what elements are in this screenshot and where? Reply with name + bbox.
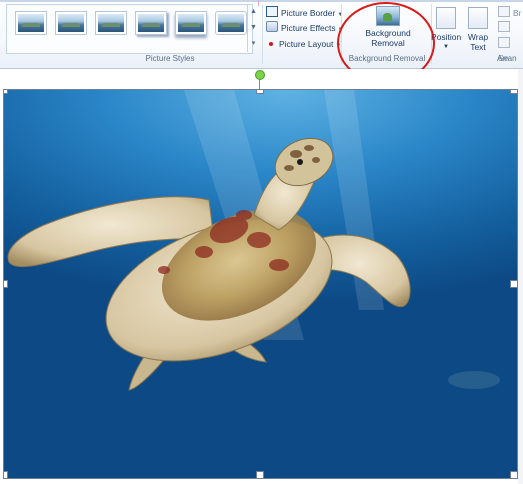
- wrap-text-line1: Wrap: [467, 32, 489, 42]
- bring-forward-label: Br: [513, 8, 522, 18]
- picture-layout-icon: [269, 42, 273, 46]
- wrap-text-button[interactable]: Wrap Text: [464, 4, 492, 52]
- resize-handle-bottom[interactable]: [256, 471, 264, 478]
- position-label: Position: [431, 32, 462, 42]
- turtle-illustration: [7, 90, 500, 391]
- resize-handle-bottom-left[interactable]: [4, 471, 8, 478]
- resize-handle-left[interactable]: [4, 280, 8, 288]
- turtle-photo[interactable]: [3, 89, 518, 479]
- picture-style-thumb[interactable]: [175, 11, 207, 35]
- resize-handle-bottom-right[interactable]: [510, 471, 517, 478]
- chevron-down-icon: ▼: [443, 44, 449, 50]
- position-button[interactable]: Position ▼: [431, 4, 461, 52]
- picture-border-button[interactable]: Picture Border▼: [266, 6, 343, 20]
- document-scrollbar[interactable]: [518, 69, 523, 484]
- selection-pane-button[interactable]: Se: [498, 37, 523, 63]
- position-icon: [436, 7, 456, 29]
- ribbon: ▲ ▼ ▾ Picture Styles Picture Border▼ Pic…: [0, 0, 523, 84]
- group-separator: [262, 4, 263, 64]
- resize-handle-top-right[interactable]: [510, 90, 517, 94]
- picture-effects-label: Picture Effects: [281, 23, 336, 33]
- ribbon-tab-line: [0, 0, 523, 6]
- send-backward-button[interactable]: Se: [498, 21, 523, 47]
- resize-handle-top-left[interactable]: [4, 90, 8, 94]
- resize-handle-right[interactable]: [510, 280, 517, 288]
- wrap-text-line2: Text: [470, 42, 486, 52]
- picture-styles-gallery: [6, 4, 253, 54]
- selection-pane-icon: [498, 37, 510, 48]
- scroll-down-icon[interactable]: ▼: [248, 20, 259, 36]
- picture-layout-label: Picture Layout: [279, 39, 334, 49]
- picture-style-thumb[interactable]: [15, 11, 47, 35]
- arrange-group-label: Arran: [497, 54, 517, 63]
- bring-forward-icon: [498, 6, 510, 17]
- picture-styles-label: Picture Styles: [145, 54, 195, 63]
- picture-effects-button[interactable]: Picture Effects▼: [266, 21, 344, 35]
- wrap-text-icon: [468, 7, 488, 29]
- rotation-handle[interactable]: [255, 70, 265, 80]
- gallery-more-icon[interactable]: ▾: [248, 36, 259, 52]
- bring-forward-button[interactable]: Br: [498, 6, 522, 20]
- picture-style-thumb[interactable]: [55, 11, 87, 35]
- scroll-up-icon[interactable]: ▲: [248, 4, 259, 20]
- picture-style-thumb[interactable]: [135, 11, 167, 35]
- resize-handle-top[interactable]: [256, 90, 264, 94]
- picture-layout-button[interactable]: Picture Layout ▼: [266, 37, 341, 51]
- picture-border-icon: [266, 6, 278, 17]
- gallery-scroll[interactable]: ▲ ▼ ▾: [247, 4, 259, 52]
- picture-style-thumb[interactable]: [95, 11, 127, 35]
- send-backward-icon: [498, 21, 510, 32]
- picture-style-thumb[interactable]: [215, 11, 247, 35]
- picture-border-label: Picture Border: [281, 8, 336, 18]
- picture-effects-icon: [266, 21, 278, 32]
